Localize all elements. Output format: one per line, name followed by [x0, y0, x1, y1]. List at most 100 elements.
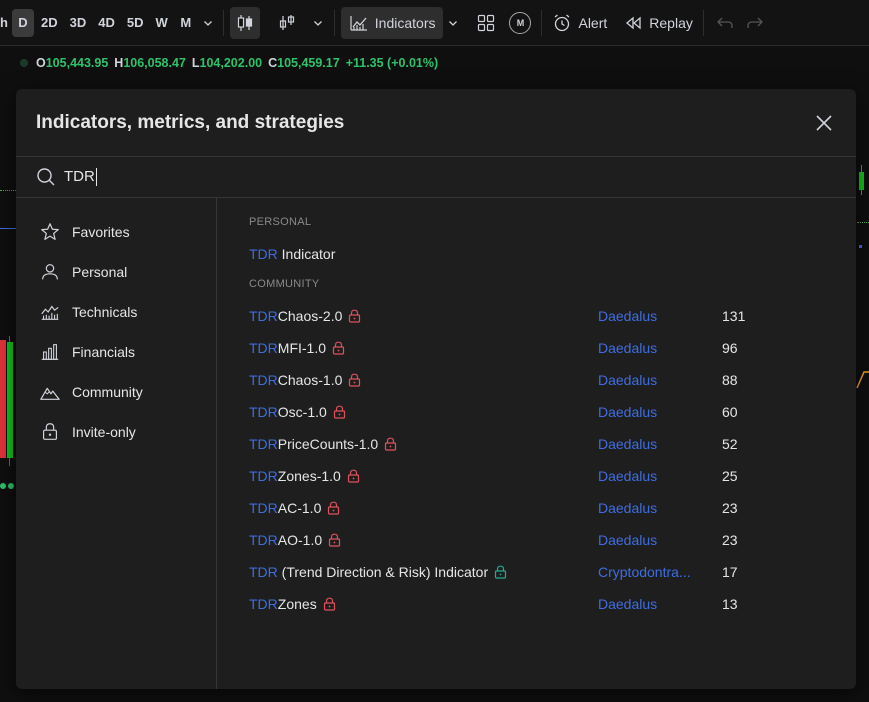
replay-button[interactable]: Replay: [619, 7, 697, 39]
timeframe-W[interactable]: W: [151, 9, 173, 37]
community-result-row[interactable]: TDR Osc-1.0 Daedalus 60: [249, 396, 856, 428]
lock-icon: [332, 341, 345, 355]
community-result-row[interactable]: TDR MFI-1.0 Daedalus 96: [249, 332, 856, 364]
timeframe-2D[interactable]: 2D: [36, 9, 63, 37]
result-name: TDR Chaos-2.0: [249, 308, 598, 324]
match-highlight: TDR: [249, 532, 278, 548]
personal-result-row[interactable]: TDR Indicator: [249, 238, 856, 270]
sidebar-item-personal[interactable]: Personal: [16, 252, 216, 292]
text-caret: [95, 168, 97, 187]
sidebar-item-community[interactable]: Community: [16, 372, 216, 412]
sidebar-item-label: Favorites: [72, 224, 130, 240]
search-input[interactable]: TDR: [64, 168, 364, 187]
timeframe-5D[interactable]: 5D: [122, 9, 149, 37]
community-result-row[interactable]: TDR Zones-1.0 Daedalus 25: [249, 460, 856, 492]
personal-list: TDR Indicator: [249, 238, 856, 270]
low-value: 104,202.00: [199, 56, 263, 70]
boost-count: 17: [722, 564, 738, 580]
community-result-row[interactable]: TDR PriceCounts-1.0 Daedalus 52: [249, 428, 856, 460]
top-toolbar: h D 2D 3D 4D 5D W M Indicators M Alert R…: [0, 0, 869, 46]
alarm-clock-icon: [555, 13, 570, 31]
result-name: TDR AC-1.0: [249, 500, 598, 516]
timeframe-4D[interactable]: 4D: [93, 9, 120, 37]
lock-icon: [348, 373, 361, 387]
community-result-row[interactable]: TDR AC-1.0 Daedalus 23: [249, 492, 856, 524]
indicators-label: Indicators: [374, 14, 436, 31]
timeframe-3D[interactable]: 3D: [65, 9, 92, 37]
author-link[interactable]: Daedalus: [598, 500, 722, 516]
lock-icon: [327, 501, 340, 515]
undo-button[interactable]: [710, 7, 740, 39]
author-link[interactable]: Daedalus: [598, 372, 722, 388]
undo-icon: [716, 17, 733, 28]
ohlc-bars-icon: [279, 14, 294, 30]
category-sidebar: Favorites Personal Technicals Financials Com…: [16, 198, 217, 689]
dotted-line-right: [857, 222, 869, 223]
chart-type-dropdown[interactable]: [308, 7, 328, 39]
ohlc-legend: O105,443.95 H106,058.47 L104,202.00 C105…: [20, 56, 438, 70]
technicals-icon: [38, 300, 62, 324]
community-result-row[interactable]: TDR AO-1.0 Daedalus 23: [249, 524, 856, 556]
result-title: AO-1.0: [277, 532, 323, 548]
boost-count: 13: [722, 596, 738, 612]
result-name: TDR (Trend Direction & Risk) Indicator: [249, 564, 598, 580]
sidebar-item-favorites[interactable]: Favorites: [16, 212, 216, 252]
dialog-header: Indicators, metrics, and strategies: [16, 89, 856, 157]
match-highlight: TDR: [249, 500, 278, 516]
author-link[interactable]: Daedalus: [598, 340, 722, 356]
result-name: TDR Indicator: [249, 246, 598, 262]
indicator-dot: [0, 483, 6, 489]
lock-icon: [38, 420, 62, 444]
community-result-row[interactable]: TDR Chaos-1.0 Daedalus 88: [249, 364, 856, 396]
author-link[interactable]: Daedalus: [598, 596, 722, 612]
alert-button[interactable]: Alert: [548, 7, 611, 39]
rewind-icon: [626, 16, 641, 29]
toolbar-divider: [541, 9, 543, 36]
close-button[interactable]: [812, 111, 836, 135]
community-result-row[interactable]: TDR (Trend Direction & Risk) Indicator Cr…: [249, 556, 856, 588]
timeframe-M[interactable]: M: [175, 9, 197, 37]
replay-label: Replay: [649, 14, 693, 31]
match-highlight: TDR: [249, 372, 278, 388]
timeframe-dropdown[interactable]: [199, 7, 217, 39]
search-row: TDR: [16, 157, 856, 198]
timeframe-group: h D 2D 3D 4D 5D W M: [0, 8, 199, 37]
author-link[interactable]: Daedalus: [598, 436, 722, 452]
author-link[interactable]: Cryptodontra...: [598, 564, 722, 580]
author-link[interactable]: Daedalus: [598, 532, 722, 548]
candles-chart-type-button[interactable]: [229, 6, 260, 39]
bar-chart-icon: [38, 340, 62, 364]
boost-count: 131: [722, 308, 746, 324]
change-value: +11.35 (+0.01%): [345, 56, 439, 70]
match-highlight: TDR: [249, 404, 278, 420]
layouts-button[interactable]: [471, 7, 501, 39]
community-result-row[interactable]: TDR Chaos-2.0 Daedalus 131: [249, 300, 856, 332]
timeframe-h[interactable]: h: [0, 9, 10, 37]
boost-count: 23: [722, 500, 738, 516]
sidebar-item-financials[interactable]: Financials: [16, 332, 216, 372]
sidebar-item-technicals[interactable]: Technicals: [16, 292, 216, 332]
dialog-body: Favorites Personal Technicals Financials Com…: [16, 198, 856, 689]
bar-chart-type-button[interactable]: [272, 7, 302, 39]
match-highlight: TDR: [249, 468, 278, 484]
redo-button[interactable]: [740, 7, 770, 39]
result-title: Chaos-1.0: [277, 372, 343, 388]
author-link[interactable]: Daedalus: [598, 308, 722, 324]
author-link[interactable]: Daedalus: [598, 404, 722, 420]
sidebar-item-invite-only[interactable]: Invite-only: [16, 412, 216, 452]
close-icon: [816, 114, 832, 131]
author-link[interactable]: Daedalus: [598, 468, 722, 484]
person-icon: [38, 260, 62, 284]
result-name: TDR AO-1.0: [249, 532, 598, 548]
candles-icon: [237, 14, 252, 31]
timeframe-D[interactable]: D: [12, 8, 34, 37]
indicators-button[interactable]: Indicators: [340, 6, 444, 39]
sidebar-item-label: Invite-only: [72, 424, 136, 440]
result-title: Osc-1.0: [277, 404, 327, 420]
personal-section-heading: PERSONAL: [249, 216, 312, 228]
indicators-dropdown[interactable]: [443, 7, 463, 39]
chevron-down-icon: [203, 20, 212, 26]
m-badge-button[interactable]: M: [505, 7, 535, 39]
m-badge: M: [509, 11, 532, 34]
community-result-row[interactable]: TDR Zones Daedalus 13: [249, 588, 856, 620]
